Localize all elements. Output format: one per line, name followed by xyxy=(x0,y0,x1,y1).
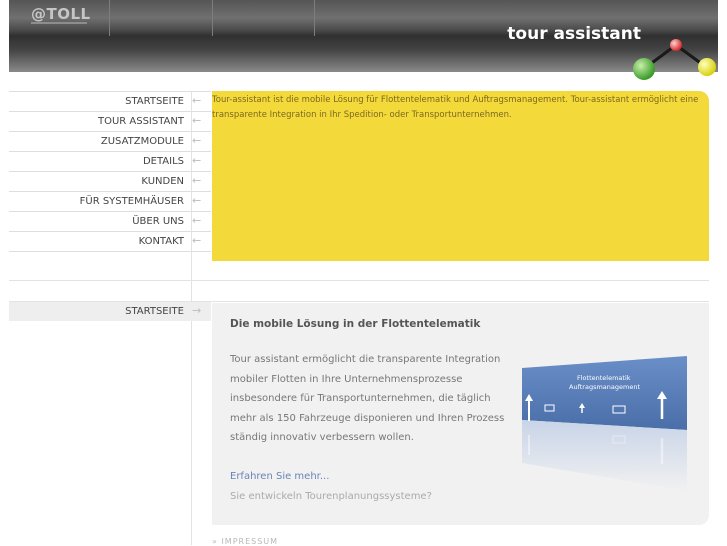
arrow-left-icon: ← xyxy=(192,134,202,147)
content-card: Die mobile Lösung in der Flottentelemati… xyxy=(212,303,709,525)
promo-line-2: Auftragsmanagement xyxy=(569,383,640,391)
main-nav: STARTSEITE ← TOUR ASSISTANT ← ZUSATZMODU… xyxy=(9,91,211,252)
developer-link[interactable]: Sie entwickeln Tourenplanungssysteme? xyxy=(230,491,432,502)
yellow-ball-icon xyxy=(698,58,716,76)
nav-item-startseite[interactable]: STARTSEITE ← xyxy=(9,91,211,112)
logo[interactable]: @TOLL xyxy=(31,5,91,23)
promo-line-1: Flottentelematik xyxy=(577,374,631,382)
arrow-left-icon: ← xyxy=(192,154,202,167)
nav-item-label: FÜR SYSTEMHÄUSER xyxy=(79,196,184,207)
nav-item-zusatzmodule[interactable]: ZUSATZMODULE ← xyxy=(9,132,211,152)
divider xyxy=(9,280,709,281)
molecule-logo-icon xyxy=(633,39,716,80)
intro-text: Tour-assistant ist die mobile Lösung für… xyxy=(212,95,699,120)
arrow-left-icon: ← xyxy=(192,194,202,207)
breadcrumb-startseite[interactable]: STARTSEITE → xyxy=(9,302,211,321)
nav-item-label: KONTAKT xyxy=(138,236,184,247)
arrow-left-icon: ← xyxy=(192,234,202,247)
nav-item-kontakt[interactable]: KONTAKT ← xyxy=(9,232,211,252)
nav-item-ueber-uns[interactable]: ÜBER UNS ← xyxy=(9,212,211,232)
header-divider xyxy=(212,0,213,36)
nav-item-label: DETAILS xyxy=(142,156,184,167)
arrow-left-icon: ← xyxy=(192,114,202,127)
red-ball-icon xyxy=(670,39,682,51)
nav-item-label: STARTSEITE xyxy=(125,96,184,107)
arrow-left-icon: ← xyxy=(192,174,202,187)
logo-subline xyxy=(31,22,87,24)
arrow-left-icon: ← xyxy=(192,94,202,107)
nav-item-tour-assistant[interactable]: TOUR ASSISTANT ← xyxy=(9,112,211,132)
nav-item-fuer-systemhaeuser[interactable]: FÜR SYSTEMHÄUSER ← xyxy=(9,192,211,212)
nav-item-label: KUNDEN xyxy=(141,176,184,187)
nav-item-kunden[interactable]: KUNDEN ← xyxy=(9,172,211,192)
card-body: Tour assistant ermöglicht die transparen… xyxy=(230,354,505,443)
intro-panel: Tour-assistant ist die mobile Lösung für… xyxy=(212,91,709,261)
nav-item-label: ZUSATZMODULE xyxy=(100,136,184,147)
header-divider xyxy=(109,0,110,36)
card-title: Die mobile Lösung in der Flottentelemati… xyxy=(230,318,481,330)
nav-item-label: TOUR ASSISTANT xyxy=(97,116,184,127)
breadcrumb-label: STARTSEITE xyxy=(125,306,184,317)
nav-item-label: ÜBER UNS xyxy=(132,216,184,227)
promo-graphic: Flottentelematik Auftragsmanagement xyxy=(522,356,687,491)
header-banner: @TOLL tour assistant xyxy=(9,0,718,72)
arrow-right-icon: → xyxy=(192,304,202,317)
green-ball-icon xyxy=(633,58,655,80)
nav-item-details[interactable]: DETAILS ← xyxy=(9,152,211,172)
header-divider xyxy=(314,0,315,36)
learn-more-link[interactable]: Erfahren Sie mehr... xyxy=(230,471,329,482)
arrow-left-icon: ← xyxy=(192,214,202,227)
